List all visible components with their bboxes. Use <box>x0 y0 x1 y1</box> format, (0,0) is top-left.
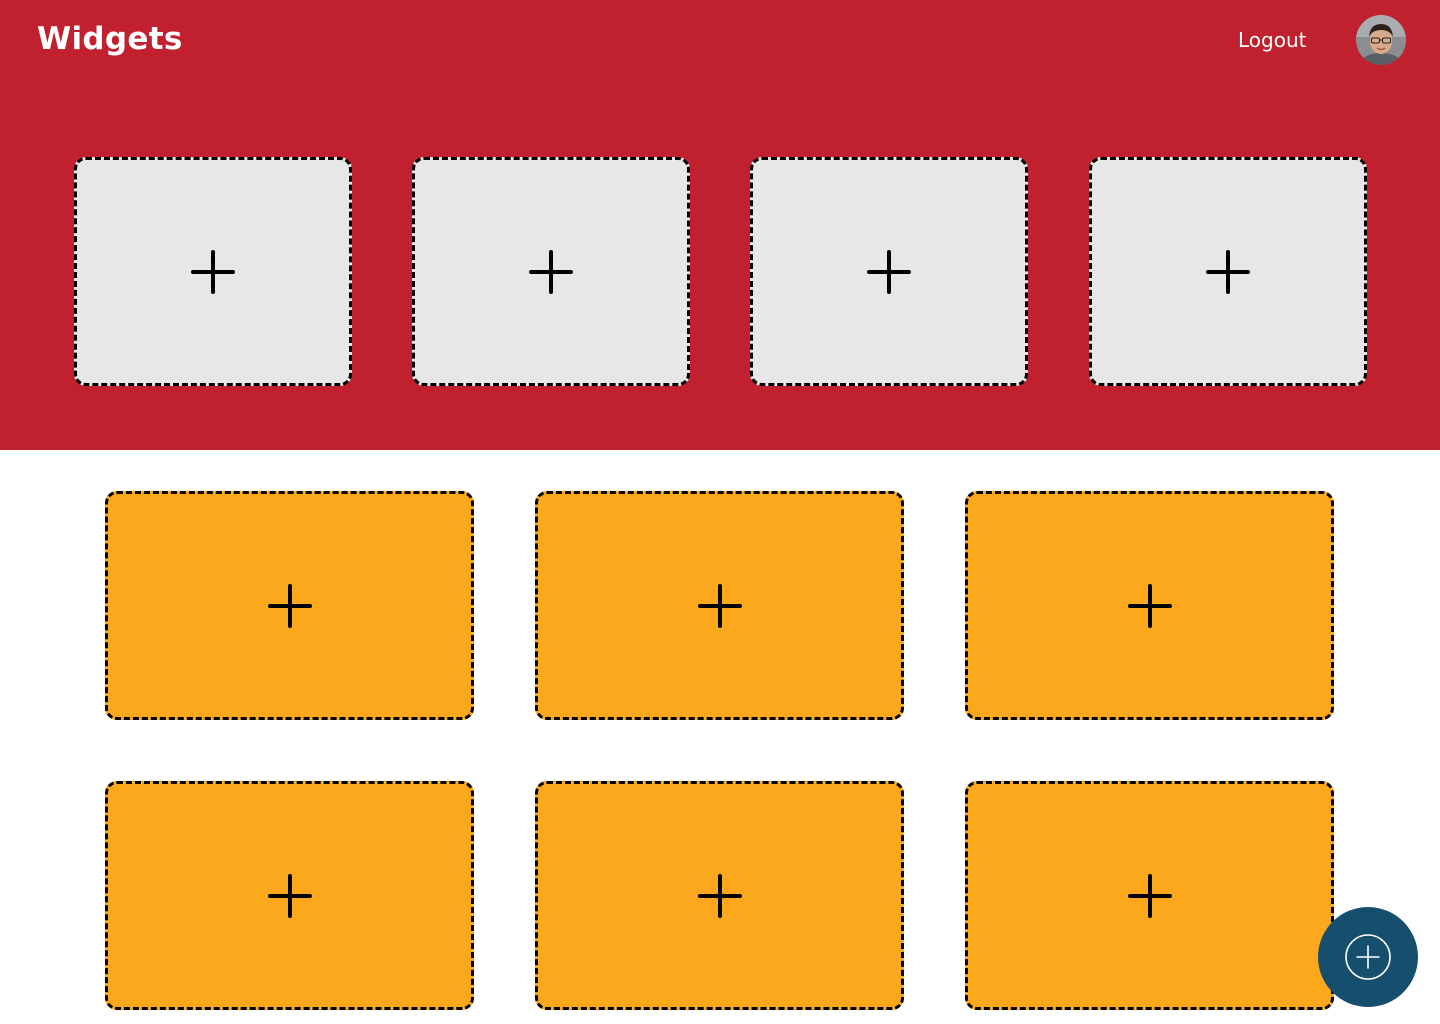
plus-icon <box>1206 249 1250 294</box>
widget-slot-3[interactable] <box>965 491 1334 720</box>
add-widget-button[interactable] <box>1318 907 1418 1007</box>
plus-icon <box>267 583 312 628</box>
avatar[interactable] <box>1356 15 1406 65</box>
user-avatar-icon <box>1356 15 1406 65</box>
widget-slot-1[interactable] <box>105 491 474 720</box>
widget-slot-top-2[interactable] <box>412 157 690 386</box>
widget-slot-4[interactable] <box>105 781 474 1010</box>
plus-circle-icon <box>1345 934 1391 980</box>
widget-slot-top-1[interactable] <box>74 157 352 386</box>
logout-link[interactable]: Logout <box>1238 26 1306 54</box>
widget-slot-top-3[interactable] <box>750 157 1028 386</box>
plus-icon <box>529 249 573 294</box>
app-title: Widgets <box>37 21 183 57</box>
plus-icon <box>191 249 235 294</box>
widget-slot-6[interactable] <box>965 781 1334 1010</box>
plus-icon <box>1127 873 1172 918</box>
plus-icon <box>267 873 312 918</box>
header: Widgets Logout <box>0 0 1440 450</box>
plus-icon <box>697 873 742 918</box>
plus-icon <box>1127 583 1172 628</box>
widget-slot-5[interactable] <box>535 781 904 1010</box>
plus-icon <box>697 583 742 628</box>
widget-slot-2[interactable] <box>535 491 904 720</box>
widget-slot-top-4[interactable] <box>1089 157 1367 386</box>
plus-icon <box>867 249 911 294</box>
